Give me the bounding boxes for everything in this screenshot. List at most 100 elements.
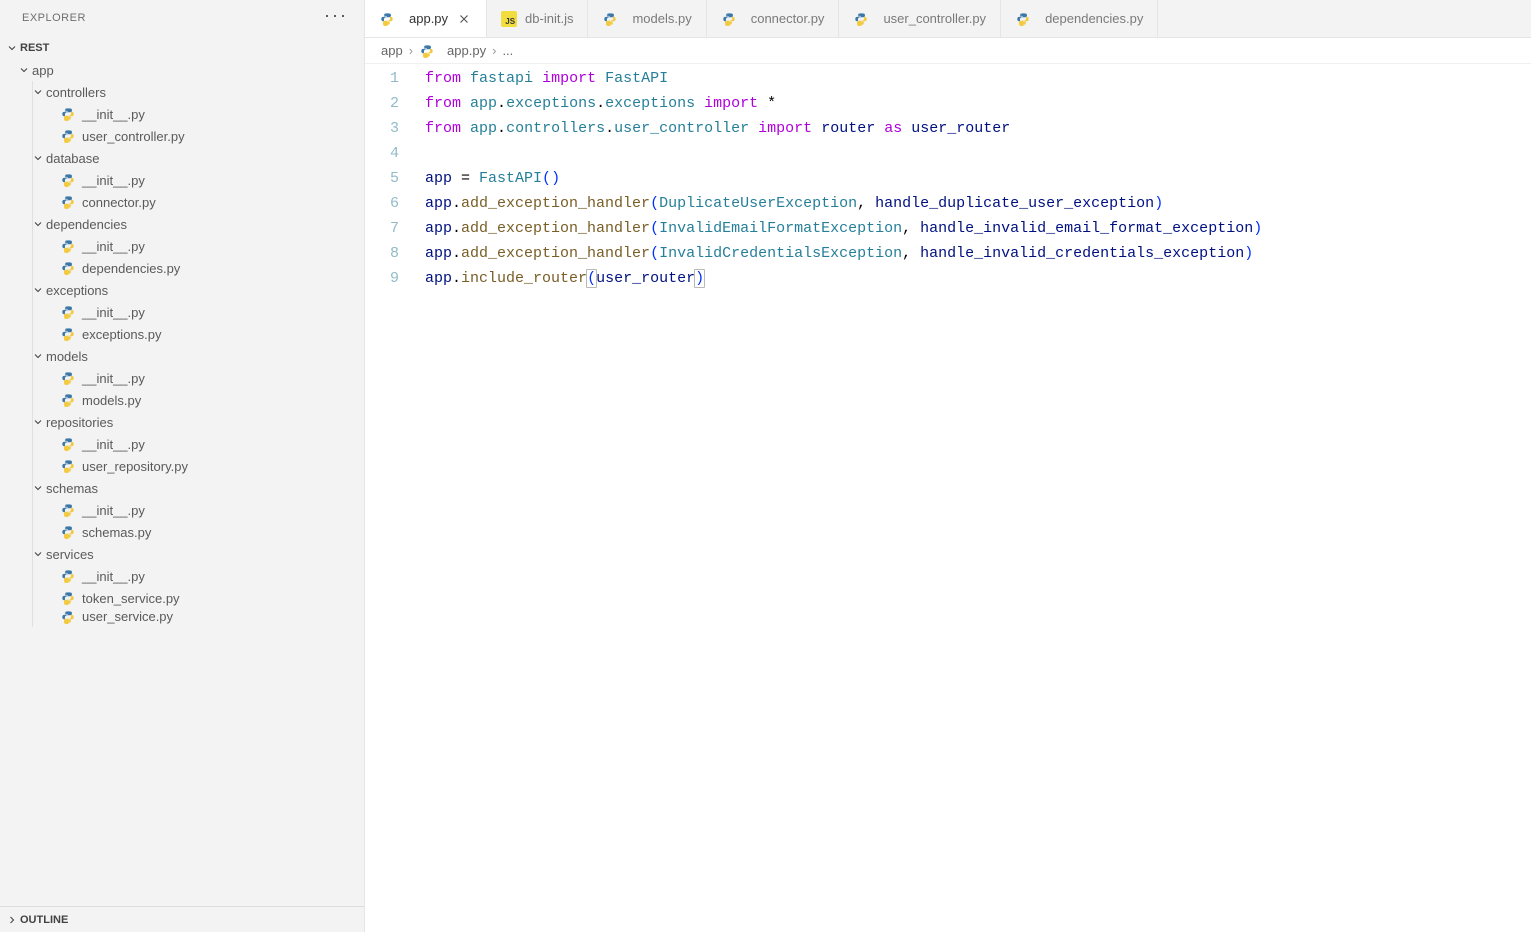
section-header-rest[interactable]: REST	[0, 37, 364, 59]
python-icon	[60, 436, 76, 452]
code-editor[interactable]: 123456789 from fastapi import FastAPIfro…	[365, 64, 1531, 932]
chevron-down-icon	[30, 414, 46, 430]
file-row[interactable]: __init__.py	[0, 169, 364, 191]
folder-row[interactable]: schemas	[0, 477, 364, 499]
file-row[interactable]: schemas.py	[0, 521, 364, 543]
token: (	[650, 245, 659, 262]
section-header-outline[interactable]: OUTLINE	[0, 906, 364, 932]
folder-row[interactable]: models	[0, 345, 364, 367]
editor-tab[interactable]: user_controller.py	[839, 0, 1001, 37]
token: app	[470, 120, 497, 137]
file-label: models.py	[82, 393, 141, 408]
file-row[interactable]: __init__.py	[0, 103, 364, 125]
chevron-down-icon	[30, 546, 46, 562]
file-label: __init__.py	[82, 371, 145, 386]
file-label: __init__.py	[82, 305, 145, 320]
explorer-more-icon[interactable]: ···	[324, 6, 348, 30]
folder-label: repositories	[46, 415, 113, 430]
python-icon	[721, 11, 737, 27]
token: .	[452, 220, 461, 237]
breadcrumb-separator-icon: ›	[492, 43, 496, 58]
folder-label: database	[46, 151, 100, 166]
token	[461, 120, 470, 137]
breadcrumb-separator-icon: ›	[409, 43, 413, 58]
code-content[interactable]: from fastapi import FastAPIfrom app.exce…	[425, 66, 1531, 932]
file-row[interactable]: user_repository.py	[0, 455, 364, 477]
file-row[interactable]: user_controller.py	[0, 125, 364, 147]
code-line[interactable]: app.add_exception_handler(InvalidCredent…	[425, 241, 1531, 266]
folder-row[interactable]: controllers	[0, 81, 364, 103]
token: )	[1154, 195, 1163, 212]
token: .	[497, 95, 506, 112]
file-row[interactable]: dependencies.py	[0, 257, 364, 279]
file-row[interactable]: exceptions.py	[0, 323, 364, 345]
editor-tab[interactable]: dependencies.py	[1001, 0, 1158, 37]
folder-row[interactable]: dependencies	[0, 213, 364, 235]
token: .	[452, 245, 461, 262]
file-row[interactable]: __init__.py	[0, 301, 364, 323]
token	[875, 120, 884, 137]
code-line[interactable]: from app.controllers.user_controller imp…	[425, 116, 1531, 141]
explorer-title: EXPLORER	[22, 12, 86, 24]
token: app	[425, 195, 452, 212]
folder-label: models	[46, 349, 88, 364]
python-icon	[60, 568, 76, 584]
file-row[interactable]: __init__.py	[0, 235, 364, 257]
file-label: __init__.py	[82, 239, 145, 254]
file-row[interactable]: __init__.py	[0, 367, 364, 389]
editor-tab[interactable]: app.py	[365, 0, 487, 37]
file-row[interactable]: __init__.py	[0, 433, 364, 455]
token: *	[767, 95, 776, 112]
folder-row[interactable]: database	[0, 147, 364, 169]
token: handle_invalid_credentials_exception	[920, 245, 1244, 262]
code-line[interactable]: app.include_router(user_router)	[425, 266, 1531, 291]
token	[749, 120, 758, 137]
line-number: 3	[365, 116, 399, 141]
code-line[interactable]: from fastapi import FastAPI	[425, 66, 1531, 91]
file-label: __init__.py	[82, 437, 145, 452]
file-row[interactable]: models.py	[0, 389, 364, 411]
editor-tab[interactable]: JSdb-init.js	[487, 0, 588, 37]
line-number: 8	[365, 241, 399, 266]
breadcrumb-part[interactable]: ...	[502, 43, 513, 58]
token: .	[452, 195, 461, 212]
code-line[interactable]: from app.exceptions.exceptions import *	[425, 91, 1531, 116]
folder-row[interactable]: services	[0, 543, 364, 565]
token	[812, 120, 821, 137]
folder-row[interactable]: app	[0, 59, 364, 81]
python-icon	[60, 326, 76, 342]
python-icon	[60, 304, 76, 320]
file-row[interactable]: token_service.py	[0, 587, 364, 609]
token	[461, 95, 470, 112]
file-row[interactable]: connector.py	[0, 191, 364, 213]
token: router	[821, 120, 875, 137]
token	[758, 95, 767, 112]
token: fastapi	[470, 70, 533, 87]
editor-tab[interactable]: connector.py	[707, 0, 840, 37]
folder-row[interactable]: repositories	[0, 411, 364, 433]
line-number: 7	[365, 216, 399, 241]
token: app	[425, 220, 452, 237]
explorer-tree[interactable]: REST appcontrollers__init__.pyuser_contr…	[0, 35, 364, 906]
tree-body: appcontrollers__init__.pyuser_controller…	[0, 59, 364, 627]
code-line[interactable]: app.add_exception_handler(DuplicateUserE…	[425, 191, 1531, 216]
code-line[interactable]: app.add_exception_handler(InvalidEmailFo…	[425, 216, 1531, 241]
file-row[interactable]: user_service.py	[0, 609, 364, 627]
python-icon	[379, 11, 395, 27]
token: InvalidCredentialsException	[659, 245, 902, 262]
token	[461, 70, 470, 87]
line-number: 2	[365, 91, 399, 116]
code-line[interactable]	[425, 141, 1531, 166]
token: exceptions	[605, 95, 695, 112]
file-row[interactable]: __init__.py	[0, 499, 364, 521]
close-icon[interactable]	[456, 11, 472, 27]
editor-tab[interactable]: models.py	[588, 0, 706, 37]
breadcrumb-part[interactable]: app	[381, 43, 403, 58]
code-line[interactable]: app = FastAPI()	[425, 166, 1531, 191]
breadcrumb-part[interactable]: app.py	[447, 43, 486, 58]
folder-row[interactable]: exceptions	[0, 279, 364, 301]
breadcrumb[interactable]: app › app.py ›...	[365, 38, 1531, 64]
file-label: dependencies.py	[82, 261, 180, 276]
file-label: schemas.py	[82, 525, 151, 540]
file-row[interactable]: __init__.py	[0, 565, 364, 587]
